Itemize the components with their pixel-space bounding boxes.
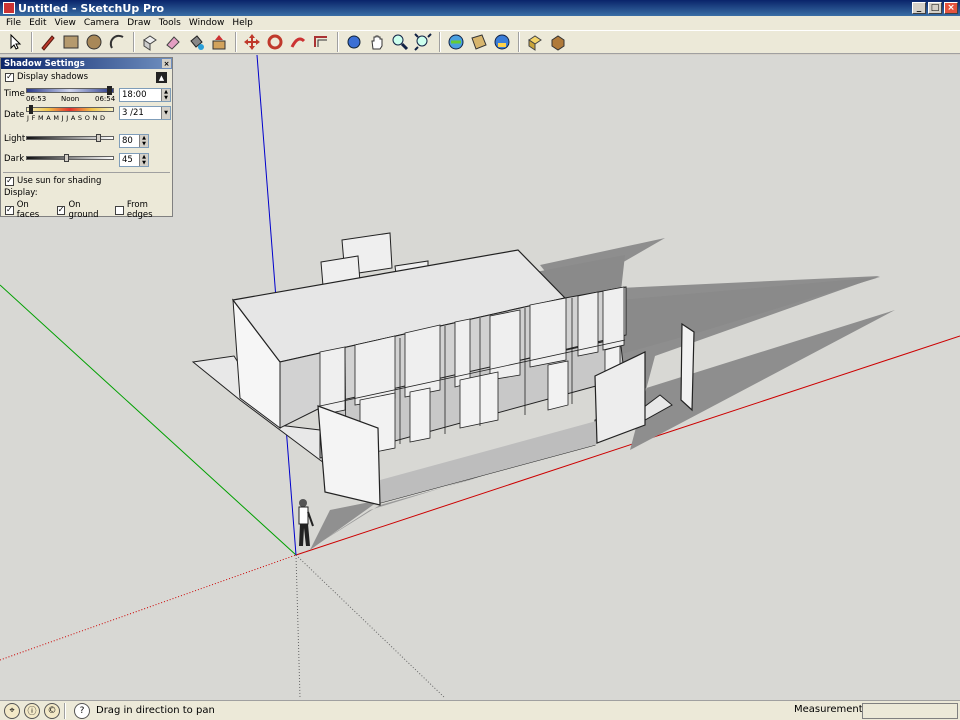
standalone-fin [680, 322, 695, 412]
follow-me-icon[interactable] [287, 31, 309, 53]
date-label: Date [4, 110, 25, 120]
person-shadow [310, 500, 380, 550]
measurements-label: Measurements [794, 704, 868, 715]
pencil-tool-icon[interactable] [37, 31, 59, 53]
light-input[interactable]: 80 ▲ ▼ [119, 134, 149, 148]
components-icon[interactable] [524, 31, 546, 53]
display-shadows-checkbox[interactable]: ✓ [5, 72, 14, 82]
geo-location-icon[interactable]: ⌖ [4, 702, 20, 719]
panel-divider [3, 172, 170, 173]
photo-texture-icon[interactable] [491, 31, 513, 53]
menu-file[interactable]: File [2, 18, 25, 28]
light-label: Light [4, 134, 26, 144]
time-label: Time [4, 89, 25, 99]
dark-slider-thumb[interactable] [64, 154, 69, 162]
rectangle-tool-icon[interactable] [60, 31, 82, 53]
dark-value: 45 [122, 155, 133, 165]
dark-label: Dark [4, 154, 25, 164]
menu-tools[interactable]: Tools [155, 18, 185, 28]
credits-icon[interactable]: ⓘ [24, 702, 40, 719]
zoom-tool-icon[interactable] [389, 31, 411, 53]
orbit-tool-icon[interactable] [343, 31, 365, 53]
measurements-input[interactable] [862, 703, 958, 719]
share-model-icon[interactable] [468, 31, 490, 53]
dark-spinner-icon[interactable]: ▲ ▼ [139, 154, 148, 166]
light-slider-thumb[interactable] [96, 134, 101, 142]
menu-help[interactable]: Help [228, 18, 257, 28]
on-faces-label: On faces [16, 200, 40, 220]
time-input[interactable]: 18:00 ▲ ▼ [119, 88, 171, 102]
blue-axis-negative [295, 554, 301, 699]
close-button[interactable]: × [944, 2, 958, 14]
zoom-extents-icon[interactable] [412, 31, 434, 53]
from-edges-label: From edges [126, 200, 153, 220]
menu-window[interactable]: Window [185, 18, 229, 28]
time-sunset: 06:54 [95, 95, 116, 103]
arc-tool-icon[interactable] [106, 31, 128, 53]
time-slider-thumb[interactable] [107, 86, 112, 95]
dark-input[interactable]: 45 ▲ ▼ [119, 153, 149, 167]
menu-view[interactable]: View [51, 18, 80, 28]
sketchup-logo-icon [3, 2, 15, 14]
move-tool-icon[interactable] [241, 31, 263, 53]
panel-title-bar: Shadow Settings × [1, 58, 172, 69]
window-title: Untitled - SketchUp Pro [18, 1, 165, 15]
date-months: J F M A M J J A S O N D [27, 114, 106, 122]
push-pull-icon[interactable] [208, 31, 230, 53]
circle-tool-icon[interactable] [83, 31, 105, 53]
shadow-settings-panel: Shadow Settings × ✓ Display shadows ▲ Ti… [0, 57, 173, 220]
red-axis-negative [0, 554, 297, 661]
date-slider-thumb[interactable] [29, 105, 33, 114]
eraser-icon[interactable] [162, 31, 184, 53]
make-component-icon[interactable] [139, 31, 161, 53]
time-slider-track[interactable] [26, 88, 114, 93]
user-icon[interactable]: © [44, 702, 60, 719]
menu-edit[interactable]: Edit [25, 18, 50, 28]
person-figure [298, 499, 314, 546]
materials-icon[interactable] [547, 31, 569, 53]
display-label: Display: [4, 188, 38, 198]
on-ground-label: On ground [68, 200, 99, 220]
on-faces-checkbox[interactable]: ✓ [5, 205, 14, 215]
panel-close-icon[interactable]: × [162, 59, 171, 68]
from-edges-checkbox[interactable] [115, 205, 124, 215]
main-toolbar [0, 30, 960, 54]
panel-title: Shadow Settings [4, 58, 85, 69]
maximize-button[interactable]: □ [928, 2, 942, 14]
date-value: 3 /21 [122, 108, 144, 118]
pan-hand-icon[interactable] [366, 31, 388, 53]
status-bar: ⌖ ⓘ © ? Drag in direction to pan Measure… [0, 700, 960, 720]
light-value: 80 [122, 136, 133, 146]
date-slider-track[interactable] [26, 107, 114, 112]
rotate-tool-icon[interactable] [264, 31, 286, 53]
help-icon[interactable]: ? [74, 702, 90, 719]
time-sunrise: 06:53 [26, 95, 47, 103]
panel-collapse-icon[interactable]: ▲ [156, 72, 167, 83]
status-hint: Drag in direction to pan [96, 705, 215, 716]
light-spinner-icon[interactable]: ▲ ▼ [139, 135, 148, 147]
select-tool-icon[interactable] [4, 31, 26, 53]
green-axis-negative [295, 554, 446, 699]
menu-bar: File Edit View Camera Draw Tools Window … [0, 16, 960, 30]
offset-tool-icon[interactable] [310, 31, 332, 53]
date-dropdown-icon[interactable]: ▼ [161, 107, 170, 119]
time-spinner-icon[interactable]: ▲ ▼ [161, 89, 170, 101]
title-bar: Untitled - SketchUp Pro _ □ × [0, 0, 960, 16]
dark-slider-track[interactable] [26, 156, 114, 160]
use-sun-label: Use sun for shading [17, 176, 102, 186]
use-sun-checkbox[interactable]: ✓ [5, 176, 14, 186]
minimize-button[interactable]: _ [912, 2, 926, 14]
date-input[interactable]: 3 /21 ▼ [119, 106, 171, 120]
time-value: 18:00 [122, 90, 147, 100]
menu-camera[interactable]: Camera [80, 18, 123, 28]
display-shadows-label: Display shadows [17, 72, 89, 82]
on-ground-checkbox[interactable]: ✓ [56, 205, 66, 215]
get-models-icon[interactable] [445, 31, 467, 53]
time-noon: Noon [61, 95, 80, 103]
paint-bucket-icon[interactable] [185, 31, 207, 53]
menu-draw[interactable]: Draw [123, 18, 155, 28]
